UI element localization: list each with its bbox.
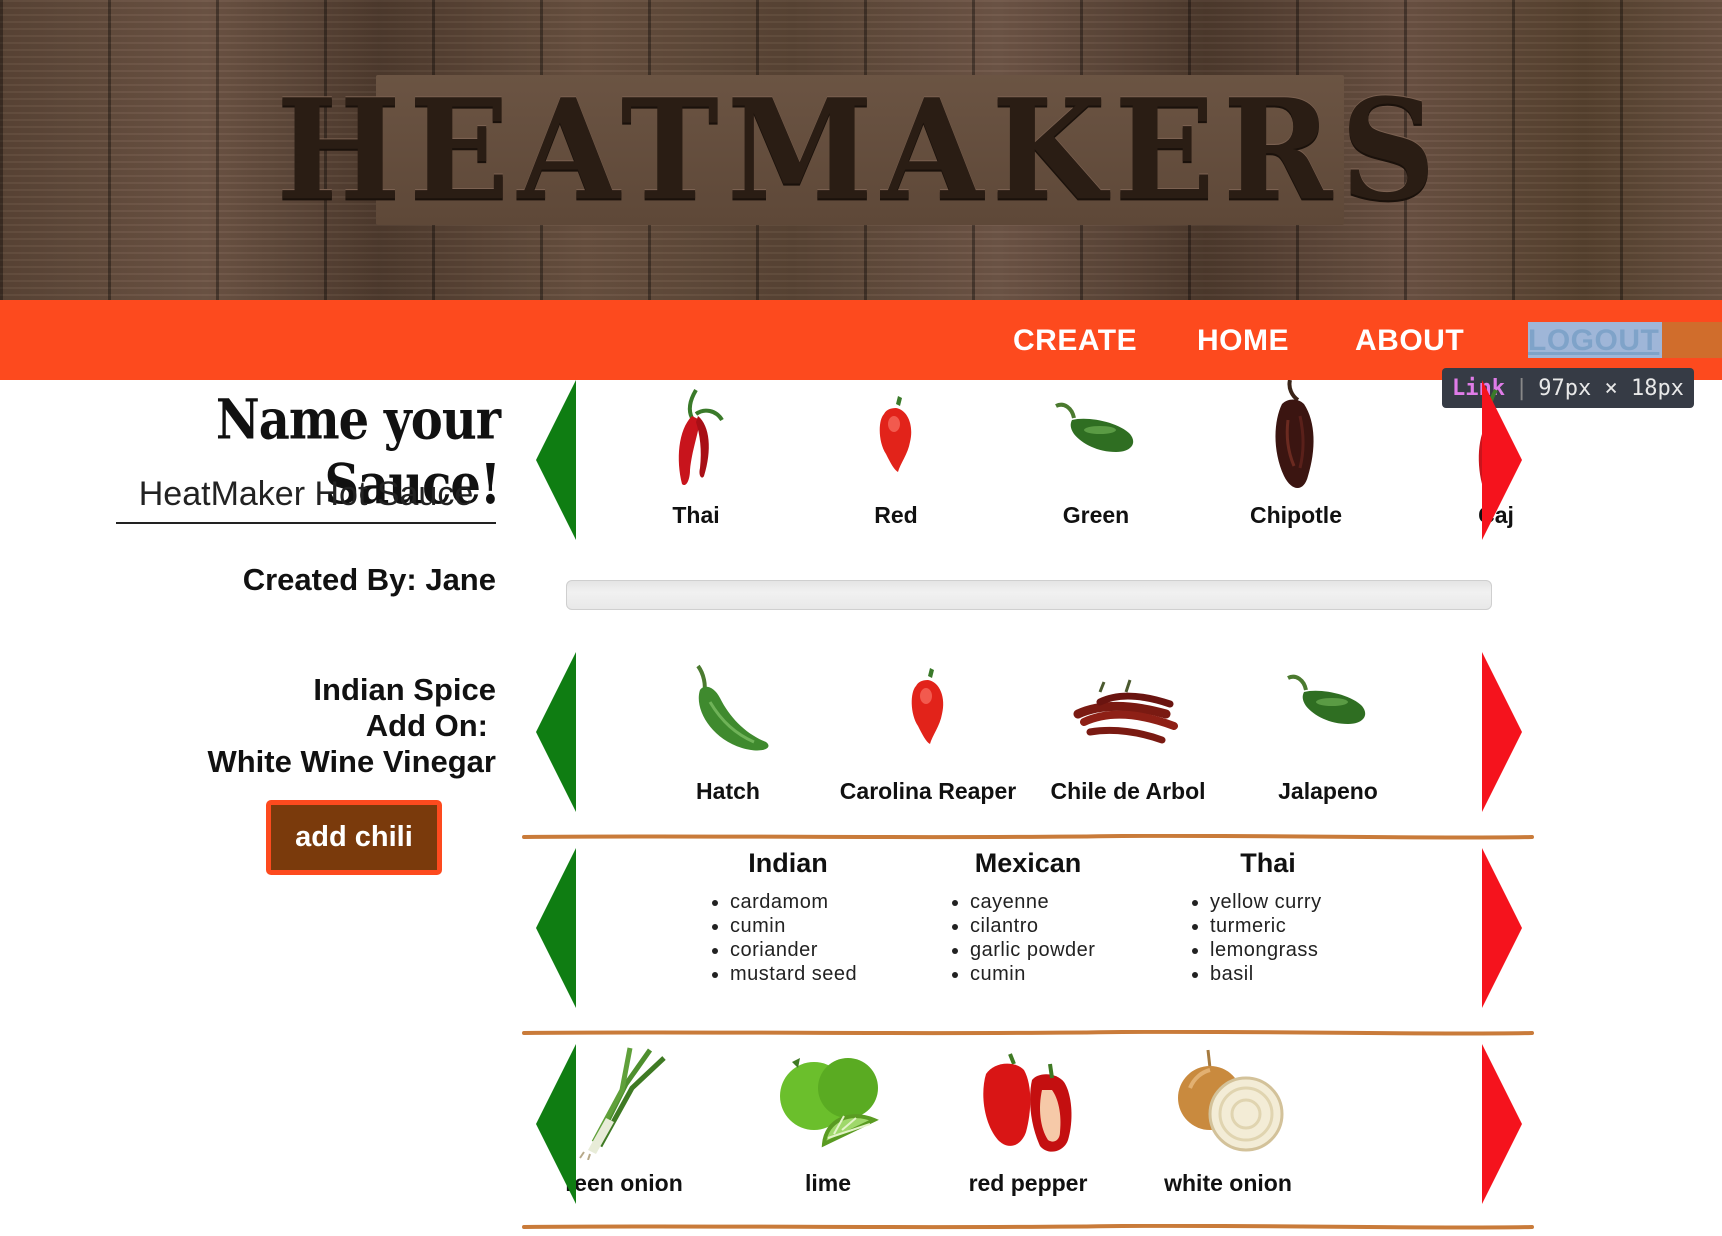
sauce-summary: Indian Spice Add On: White Wine Vinegar: [100, 672, 496, 780]
spice-card-mexican[interactable]: Mexican cayenne cilantro garlic powder c…: [918, 848, 1138, 986]
spice-prev-arrow[interactable]: [536, 848, 576, 1008]
spice-list: yellow curry turmeric lemongrass basil: [1158, 890, 1378, 986]
nav-link-home[interactable]: HOME: [1197, 324, 1289, 358]
nav-link-about[interactable]: ABOUT: [1355, 324, 1464, 358]
summary-spice: Indian Spice: [313, 672, 496, 707]
spice-item: turmeric: [1210, 914, 1378, 938]
addon-card-white-onion[interactable]: white onion: [1128, 1044, 1328, 1204]
green-onion-icon: [579, 1047, 666, 1160]
chili-card-red[interactable]: Red: [796, 380, 996, 540]
chipotle-chili-icon: [1275, 380, 1314, 488]
chili-label: Green: [1062, 502, 1130, 528]
chili-label: Red: [874, 502, 918, 528]
addon-label: white onion: [1164, 1170, 1292, 1196]
spice-item: cardamom: [730, 890, 898, 914]
chili-carousel-1: Thai Red Green Chipotle Caj: [536, 380, 1522, 540]
spice-region-name: Mexican: [974, 848, 1082, 878]
green-chili-icon: [1055, 402, 1134, 452]
addon-card-red-pepper[interactable]: red pepper: [928, 1044, 1128, 1204]
chili-label: Jalapeno: [1278, 778, 1378, 804]
lime-icon: [780, 1058, 879, 1148]
spice-item: mustard seed: [730, 962, 898, 986]
spice-item: cilantro: [970, 914, 1138, 938]
addon-label: red pepper: [968, 1170, 1088, 1196]
carousel-scrollbar[interactable]: [566, 580, 1492, 610]
summary-addon-label: Add On:: [365, 708, 488, 743]
chili-card-chile-de-arbol[interactable]: Chile de Arbol: [1028, 652, 1228, 812]
carolina-reaper-icon: [911, 668, 944, 744]
spice-card-indian[interactable]: Indian cardamom cumin coriander mustard …: [678, 848, 898, 986]
add-chili-button[interactable]: add chili: [266, 800, 442, 875]
chili-row2-prev-arrow[interactable]: [536, 652, 576, 812]
addon-label: lime: [804, 1170, 852, 1196]
chili-card-green[interactable]: Green: [996, 380, 1196, 540]
chili-track-1: Thai Red Green Chipotle Caj: [576, 380, 1522, 540]
spice-item: yellow curry: [1210, 890, 1378, 914]
header-banner: HEATMAKERS: [0, 0, 1722, 300]
chili-label: Hatch: [696, 778, 760, 804]
chili-row2-next-arrow[interactable]: [1482, 652, 1522, 812]
chili-card-thai[interactable]: Thai: [596, 380, 796, 540]
tooltip-size: 97px × 18px: [1538, 375, 1684, 401]
spice-item: cumin: [970, 962, 1138, 986]
spice-item: basil: [1210, 962, 1378, 986]
section-divider: [522, 834, 1534, 840]
spice-item: lemongrass: [1210, 938, 1378, 962]
red-chili-icon: [879, 396, 912, 472]
thai-chili-icon: [678, 388, 724, 486]
addon-carousel: reen onion lime red pepper white onion: [536, 1044, 1522, 1204]
chili-row1-next-arrow[interactable]: [1482, 380, 1522, 540]
chili-label: Thai: [672, 502, 720, 528]
chili-track-2: per Hatch Carolina Reaper: [536, 652, 1522, 812]
spice-item: coriander: [730, 938, 898, 962]
red-pepper-icon: [983, 1053, 1072, 1152]
chili-label: Chile de Arbol: [1050, 778, 1206, 804]
spice-carousel: nian e owder o Indian cardamom cumin cor…: [536, 848, 1522, 1008]
chili-label: Carolina Reaper: [839, 778, 1017, 804]
spice-item: garlic powder: [970, 938, 1138, 962]
created-by-label: Created By: Jane: [242, 562, 496, 597]
section-divider: [522, 1224, 1534, 1230]
addon-track: reen onion lime red pepper white onion: [536, 1044, 1522, 1204]
spice-item: cumin: [730, 914, 898, 938]
sauce-name-input[interactable]: [116, 466, 496, 524]
chili-carousel-2: per Hatch Carolina Reaper: [536, 652, 1522, 812]
spice-region-name: Indian: [748, 848, 828, 878]
summary-addon-value: White Wine Vinegar: [207, 744, 496, 779]
nav-link-create[interactable]: CREATE: [1013, 324, 1137, 358]
addon-next-arrow[interactable]: [1482, 1044, 1522, 1204]
chili-card-carolina-reaper[interactable]: Carolina Reaper: [828, 652, 1028, 812]
chili-card-chipotle[interactable]: Chipotle: [1196, 380, 1396, 540]
chili-card-hatch[interactable]: Hatch: [628, 652, 828, 812]
spice-region-name: Thai: [1240, 848, 1296, 878]
addon-prev-arrow[interactable]: [536, 1044, 576, 1204]
chili-label: Chipotle: [1250, 502, 1342, 528]
jalapeno-icon: [1287, 674, 1366, 724]
chile-de-arbol-icon: [1073, 679, 1178, 744]
spice-item: cayenne: [970, 890, 1138, 914]
spice-list: cardamom cumin coriander mustard seed: [678, 890, 898, 986]
site-logo: HEATMAKERS: [276, 68, 1444, 232]
spice-list: cayenne cilantro garlic powder cumin: [918, 890, 1138, 986]
addon-card-lime[interactable]: lime: [728, 1044, 928, 1204]
spice-next-arrow[interactable]: [1482, 848, 1522, 1008]
nav-link-logout[interactable]: LOGOUT: [1528, 324, 1659, 358]
spice-card-thai[interactable]: Thai yellow curry turmeric lemongrass ba…: [1158, 848, 1378, 986]
chili-card-jalapeno[interactable]: Jalapeno: [1228, 652, 1428, 812]
section-divider: [522, 1030, 1534, 1036]
white-onion-icon: [1178, 1049, 1284, 1152]
hatch-chili-icon: [696, 664, 769, 751]
chili-row1-prev-arrow[interactable]: [536, 380, 576, 540]
spice-track: nian e owder o Indian cardamom cumin cor…: [536, 848, 1522, 1008]
